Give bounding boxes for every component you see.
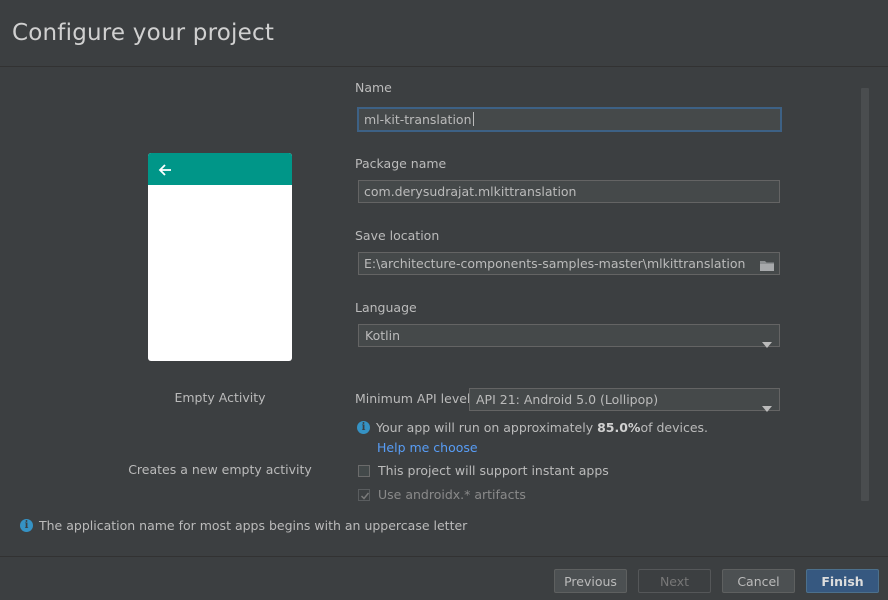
scrollbar[interactable]	[861, 88, 869, 501]
androidx-checkbox	[358, 488, 370, 501]
min-api-label: Minimum API level	[355, 391, 471, 406]
chevron-down-icon	[762, 397, 772, 418]
validation-message-text: The application name for most apps begin…	[39, 518, 468, 533]
preview-toolbar	[148, 153, 292, 185]
name-input[interactable]: ml-kit-translation	[357, 107, 782, 132]
chevron-down-icon	[762, 333, 772, 354]
androidx-label: Use androidx.* artifacts	[378, 487, 526, 502]
name-label: Name	[355, 80, 392, 95]
info-prefix: Your app will run on approximately	[376, 420, 594, 435]
activity-name: Empty Activity	[174, 390, 266, 405]
header-divider	[0, 66, 888, 67]
folder-icon[interactable]	[759, 257, 775, 274]
instant-apps-checkbox[interactable]	[358, 464, 370, 477]
info-percent: 85.0%	[597, 420, 641, 435]
device-coverage-info: i Your app will run on approximately 85.…	[357, 420, 708, 435]
package-name-value: com.derysudrajat.mlkittranslation	[364, 184, 577, 199]
text-caret	[472, 112, 474, 126]
language-select[interactable]: Kotlin	[358, 324, 780, 348]
save-location-value: E:\architecture-components-samples-maste…	[364, 256, 746, 271]
save-location-label: Save location	[355, 228, 440, 243]
previous-button[interactable]: Previous	[554, 569, 627, 593]
activity-preview	[148, 153, 292, 361]
min-api-value: API 21: Android 5.0 (Lollipop)	[476, 392, 659, 407]
info-suffix: of devices.	[640, 420, 709, 435]
info-icon: i	[20, 519, 33, 532]
validation-message: i The application name for most apps beg…	[20, 518, 467, 533]
min-api-select[interactable]: API 21: Android 5.0 (Lollipop)	[469, 388, 780, 412]
package-name-label: Package name	[355, 156, 447, 171]
info-icon: i	[357, 421, 370, 434]
androidx-checkbox-row: Use androidx.* artifacts	[358, 487, 526, 502]
cancel-button[interactable]: Cancel	[722, 569, 795, 593]
page-title: Configure your project	[12, 20, 275, 46]
language-label: Language	[355, 300, 417, 315]
save-location-input[interactable]: E:\architecture-components-samples-maste…	[358, 252, 780, 275]
name-input-value: ml-kit-translation	[364, 112, 472, 127]
instant-apps-checkbox-row[interactable]: This project will support instant apps	[358, 463, 609, 478]
package-name-input[interactable]: com.derysudrajat.mlkittranslation	[358, 180, 780, 203]
activity-description: Creates a new empty activity	[128, 462, 312, 477]
finish-button[interactable]: Finish	[806, 569, 879, 593]
language-value: Kotlin	[365, 328, 400, 343]
help-me-choose-link[interactable]: Help me choose	[377, 440, 478, 455]
instant-apps-label: This project will support instant apps	[378, 463, 609, 478]
next-button[interactable]: Next	[638, 569, 711, 593]
back-arrow-icon	[158, 162, 172, 181]
